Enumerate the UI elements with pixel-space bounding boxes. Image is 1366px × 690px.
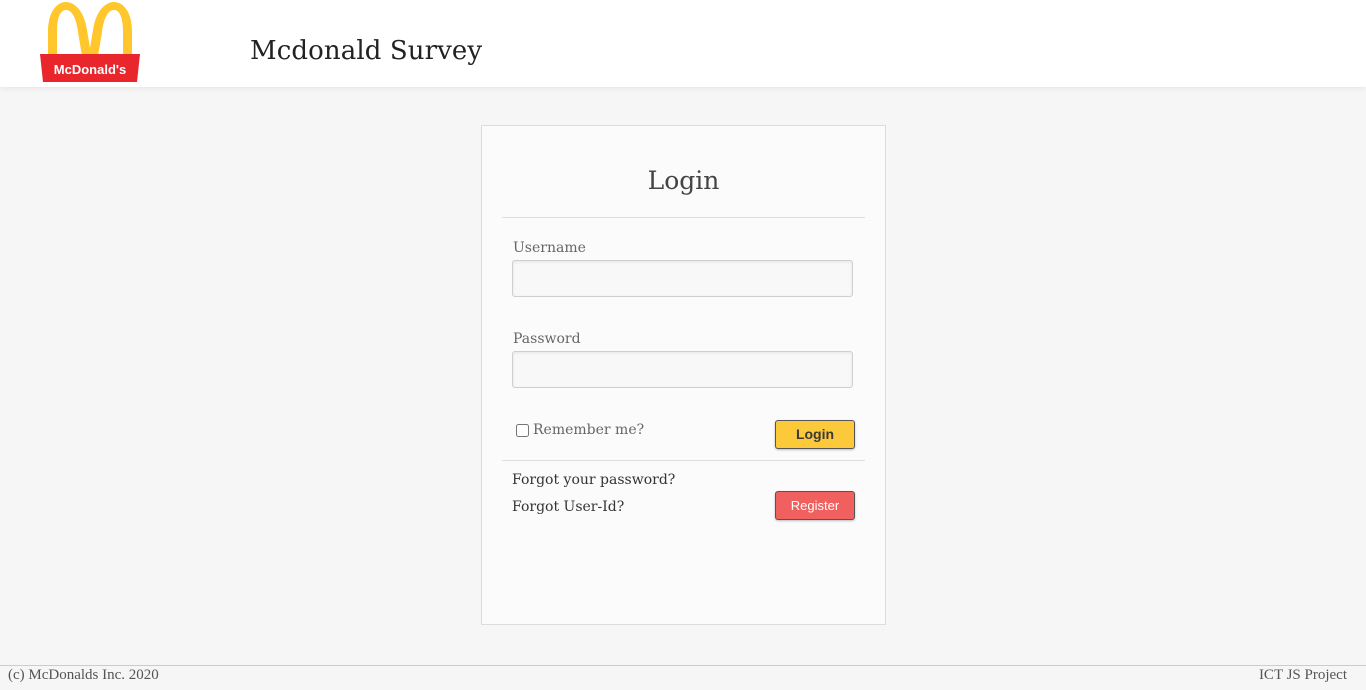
password-input[interactable] xyxy=(512,351,853,388)
logo-text: McDonald's xyxy=(54,62,126,77)
login-title: Login xyxy=(647,166,720,195)
forgot-userid-link[interactable]: Forgot User-Id? xyxy=(512,499,624,515)
actions-divider xyxy=(502,460,865,461)
remember-me[interactable]: Remember me? xyxy=(516,422,644,438)
username-label: Username xyxy=(513,240,586,256)
remember-me-checkbox[interactable] xyxy=(516,423,529,437)
footer-project: ICT JS Project xyxy=(1258,667,1347,683)
login-card: Login Username Password Remember me? Log… xyxy=(481,125,886,625)
login-button[interactable]: Login xyxy=(775,420,855,449)
username-input[interactable] xyxy=(512,260,853,297)
site-header: McDonald's Mcdonald Survey xyxy=(0,0,1366,87)
mcdonalds-logo[interactable]: McDonald's xyxy=(40,2,140,82)
title-divider xyxy=(502,217,865,218)
forgot-password-link[interactable]: Forgot your password? xyxy=(512,472,675,488)
footer-divider xyxy=(0,665,1366,666)
site-title: Mcdonald Survey xyxy=(250,36,483,66)
footer-copyright: (c) McDonalds Inc. 2020 xyxy=(8,667,159,683)
password-label: Password xyxy=(513,331,581,347)
register-button[interactable]: Register xyxy=(775,491,855,520)
remember-me-label: Remember me? xyxy=(533,422,645,438)
